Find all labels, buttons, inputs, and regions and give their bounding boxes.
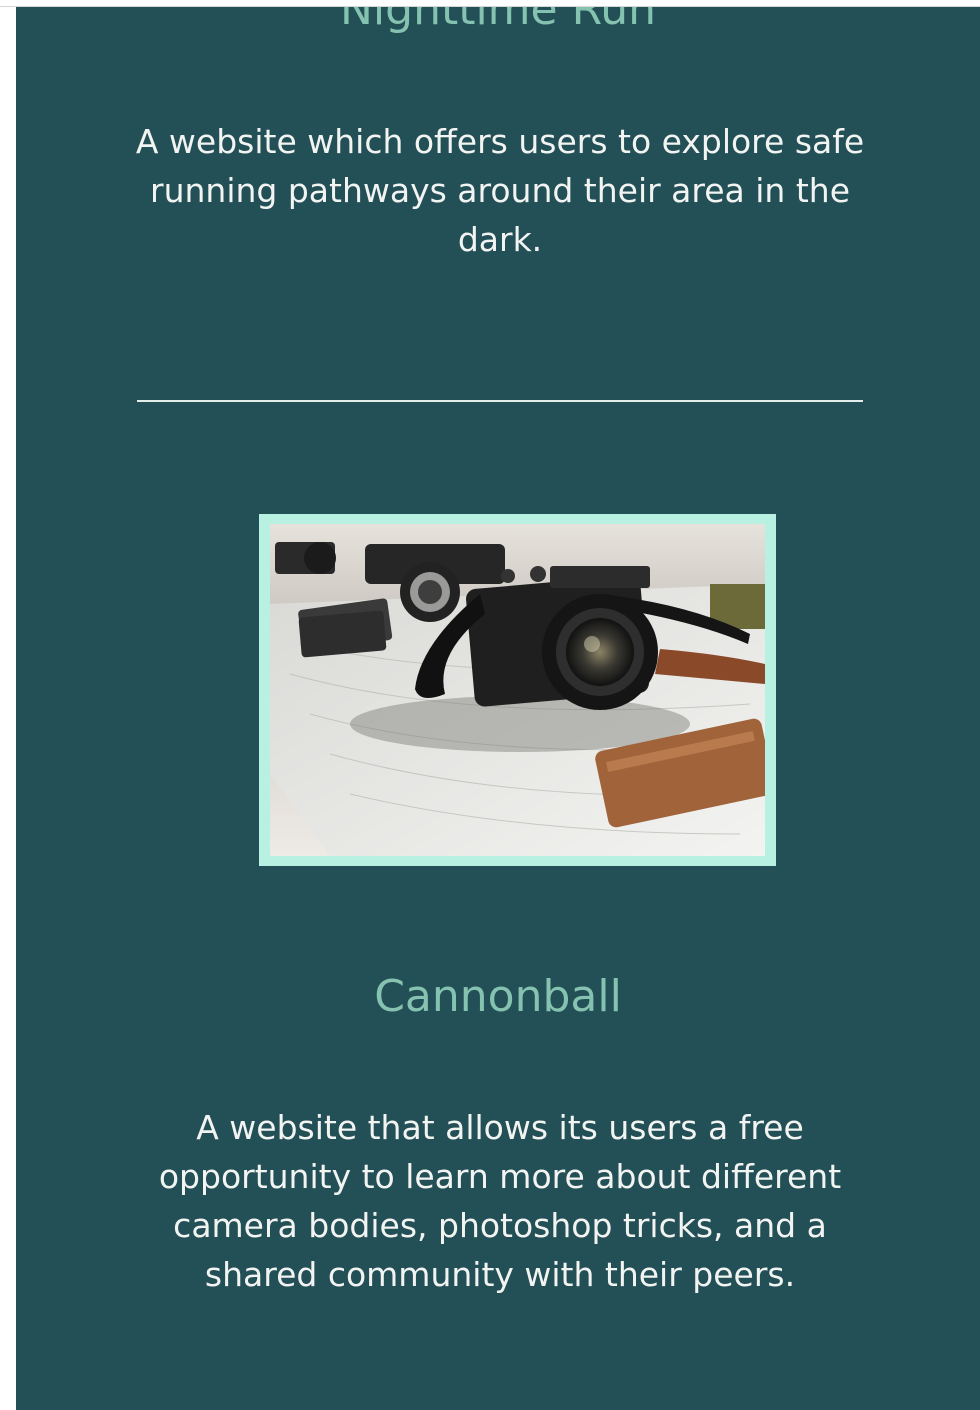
camera-photo-image <box>270 524 765 856</box>
project-title-nighttime-run: Nighttime Run <box>340 7 656 35</box>
project-title-cannonball: Cannonball <box>374 971 622 1022</box>
window-top-edge <box>0 0 980 7</box>
project-description-cannonball: A website that allows its users a free o… <box>158 1108 842 1294</box>
projects-section: Nighttime Run A website which offers use… <box>16 7 980 1410</box>
project-description-nighttime-run: A website which offers users to explore … <box>135 122 865 259</box>
section-divider <box>137 400 863 402</box>
project-image-cannonball[interactable] <box>259 514 776 866</box>
